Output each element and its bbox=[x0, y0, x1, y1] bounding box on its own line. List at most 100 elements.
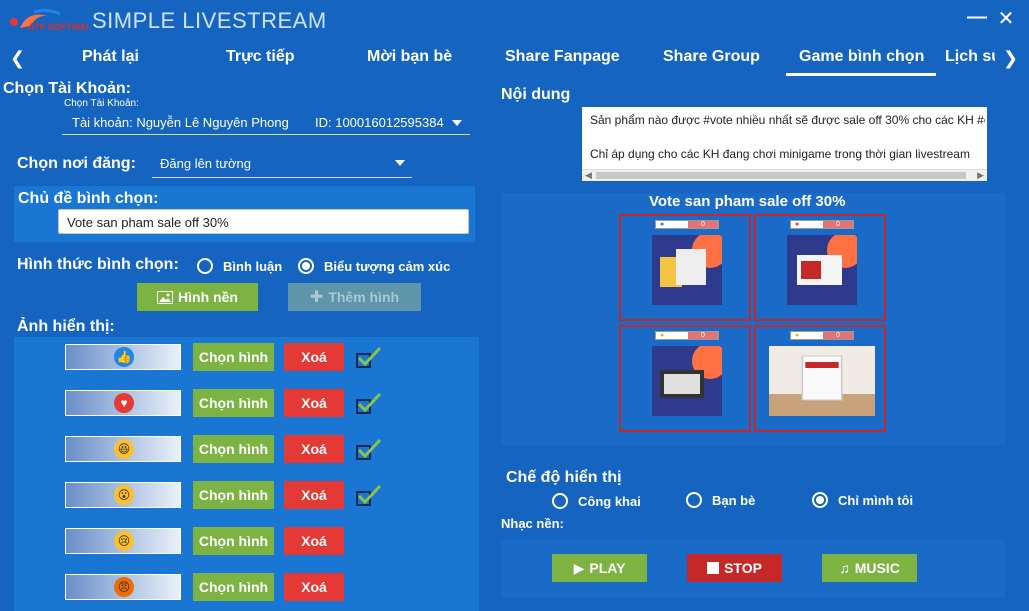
emoji-slot-angry: 😠 bbox=[65, 574, 181, 600]
music-button-label: MUSIC bbox=[854, 560, 900, 576]
app-title: SIMPLE LIVESTREAM bbox=[92, 8, 327, 33]
preview-panel bbox=[501, 193, 1005, 445]
preview-cell-love: ● 0 bbox=[754, 214, 886, 321]
post-target-select[interactable]: Đăng lên tường bbox=[152, 150, 412, 178]
choose-image-button[interactable]: Chọn hình bbox=[193, 389, 274, 417]
app-logo: ATP SOFTWARE bbox=[8, 8, 99, 34]
choose-image-button[interactable]: Chọn hình bbox=[193, 343, 274, 371]
play-label: PLAY bbox=[589, 560, 626, 576]
music-button[interactable]: ♫ MUSIC bbox=[822, 554, 917, 582]
display-friends-label: Bạn bè bbox=[712, 493, 756, 508]
content-line-2: Chỉ áp dụng cho các KH đang chơi minigam… bbox=[590, 147, 970, 161]
stop-label: STOP bbox=[724, 560, 762, 576]
tab-phat-lai[interactable]: Phát lại bbox=[82, 48, 139, 66]
preview-title: Vote san pham sale off 30% bbox=[649, 193, 846, 210]
emoji-slot-love: ♥ bbox=[65, 390, 181, 416]
topic-input[interactable]: Vote san pham sale off 30% bbox=[58, 209, 469, 234]
choose-image-button[interactable]: Chọn hình bbox=[193, 573, 274, 601]
account-id: ID: 100016012595384 bbox=[315, 115, 444, 130]
minimize-button[interactable]: — bbox=[966, 6, 988, 30]
tab-truc-tiep[interactable]: Trực tiếp bbox=[226, 48, 295, 66]
music-note-icon: ♫ bbox=[839, 560, 850, 576]
delete-button[interactable]: Xoá bbox=[284, 481, 344, 509]
tabs-prev-arrow-icon[interactable]: ❮ bbox=[10, 48, 25, 69]
angry-icon: 😠 bbox=[114, 577, 134, 597]
display-friends-radio[interactable] bbox=[686, 492, 702, 508]
vote-type-comment-label: Bình luận bbox=[223, 259, 283, 274]
product-image bbox=[787, 235, 857, 305]
love-icon: ♥ bbox=[114, 393, 134, 413]
account-name: Tài khoản: Nguyễn Lê Nguyên Phong bbox=[72, 115, 289, 130]
content-label: Nội dung bbox=[501, 86, 571, 103]
content-textarea[interactable]: Sản phẩm nào được #vote nhiều nhất sẽ đư… bbox=[582, 107, 987, 181]
emoji-slot-wow: 😮 bbox=[65, 482, 181, 508]
stop-icon bbox=[707, 562, 720, 574]
image-icon bbox=[157, 290, 174, 304]
display-mode-label: Chế độ hiển thị bbox=[506, 469, 622, 486]
active-tab-indicator bbox=[786, 73, 936, 76]
vote-type-reaction-radio[interactable] bbox=[298, 258, 314, 274]
emoji-slot-haha: 😆 bbox=[65, 436, 181, 462]
preview-cell-wow: ● 0 bbox=[754, 325, 886, 432]
delete-button[interactable]: Xoá bbox=[284, 573, 344, 601]
background-image-button[interactable]: Hình nền bbox=[137, 283, 258, 311]
plus-icon: ✚ bbox=[309, 289, 324, 306]
scroll-left-icon[interactable]: ◀ bbox=[585, 170, 592, 181]
play-button[interactable]: ▶ PLAY bbox=[552, 554, 647, 582]
topic-label: Chủ đề bình chọn: bbox=[18, 190, 159, 207]
background-image-label: Hình nền bbox=[178, 289, 238, 305]
chevron-down-icon bbox=[395, 160, 405, 166]
choose-image-button[interactable]: Chọn hình bbox=[193, 435, 274, 463]
checkbox-checked-icon[interactable] bbox=[356, 438, 382, 460]
tab-bar: ❮ Phát lại Trực tiếp Mời bạn bè Share Fa… bbox=[0, 42, 1029, 76]
tab-share-group[interactable]: Share Group bbox=[663, 48, 760, 66]
delete-button[interactable]: Xoá bbox=[284, 343, 344, 371]
product-image bbox=[769, 346, 875, 416]
preview-cell-like: ● 0 bbox=[619, 214, 751, 321]
vote-type-label: Hình thức bình chọn: bbox=[17, 256, 179, 273]
tab-lich-su[interactable]: Lịch sử bbox=[945, 48, 995, 66]
chevron-down-icon bbox=[452, 120, 462, 126]
like-icon: ● bbox=[660, 221, 665, 228]
scroll-thumb[interactable] bbox=[596, 172, 966, 179]
display-public-radio[interactable] bbox=[552, 493, 568, 509]
display-only-me-radio[interactable] bbox=[812, 492, 828, 508]
checkbox-checked-icon[interactable] bbox=[356, 346, 382, 368]
preview-counter: 0 bbox=[823, 332, 853, 339]
play-icon: ▶ bbox=[573, 559, 585, 576]
like-icon: 👍 bbox=[114, 347, 134, 367]
emoji-slot-sad: 😢 bbox=[65, 528, 181, 554]
tab-moi-ban-be[interactable]: Mời bạn bè bbox=[367, 48, 452, 66]
haha-icon: 😆 bbox=[114, 439, 134, 459]
display-only-me-label: Chỉ mình tôi bbox=[838, 493, 914, 508]
tabs-next-arrow-icon[interactable]: ❯ bbox=[1003, 48, 1018, 69]
delete-button[interactable]: Xoá bbox=[284, 435, 344, 463]
vote-type-reaction-label: Biểu tượng cảm xúc bbox=[324, 259, 451, 274]
delete-button[interactable]: Xoá bbox=[284, 389, 344, 417]
wow-icon: ● bbox=[795, 332, 800, 339]
preview-counter: 0 bbox=[688, 221, 718, 228]
close-button[interactable]: ✕ bbox=[995, 6, 1017, 30]
add-image-label: Thêm hình bbox=[328, 289, 400, 305]
product-image bbox=[652, 235, 722, 305]
post-target-value: Đăng lên tường bbox=[160, 156, 251, 171]
vote-type-comment-radio[interactable] bbox=[197, 258, 213, 274]
checkbox-checked-icon[interactable] bbox=[356, 392, 382, 414]
display-public-label: Công khai bbox=[578, 494, 641, 509]
stop-button[interactable]: STOP bbox=[687, 554, 782, 582]
choose-image-button[interactable]: Chọn hình bbox=[193, 527, 274, 555]
content-horizontal-scrollbar[interactable]: ◀ ▶ bbox=[582, 169, 987, 181]
delete-button[interactable]: Xoá bbox=[284, 527, 344, 555]
account-heading: Chọn Tài Khoản: bbox=[3, 80, 131, 97]
images-panel bbox=[14, 337, 479, 611]
music-label: Nhạc nền: bbox=[501, 516, 564, 531]
account-sublabel: Chọn Tài Khoản: bbox=[64, 98, 139, 109]
scroll-right-icon[interactable]: ▶ bbox=[977, 170, 984, 181]
checkbox-checked-icon[interactable] bbox=[356, 484, 382, 506]
tab-share-fanpage[interactable]: Share Fanpage bbox=[505, 48, 620, 66]
emoji-slot-like: 👍 bbox=[65, 344, 181, 370]
add-image-button[interactable]: ✚ Thêm hình bbox=[288, 283, 421, 311]
choose-image-button[interactable]: Chọn hình bbox=[193, 481, 274, 509]
account-select[interactable]: Tài khoản: Nguyễn Lê Nguyên Phong ID: 10… bbox=[62, 110, 470, 135]
tab-game-binh-chon[interactable]: Game bình chọn bbox=[799, 48, 924, 66]
